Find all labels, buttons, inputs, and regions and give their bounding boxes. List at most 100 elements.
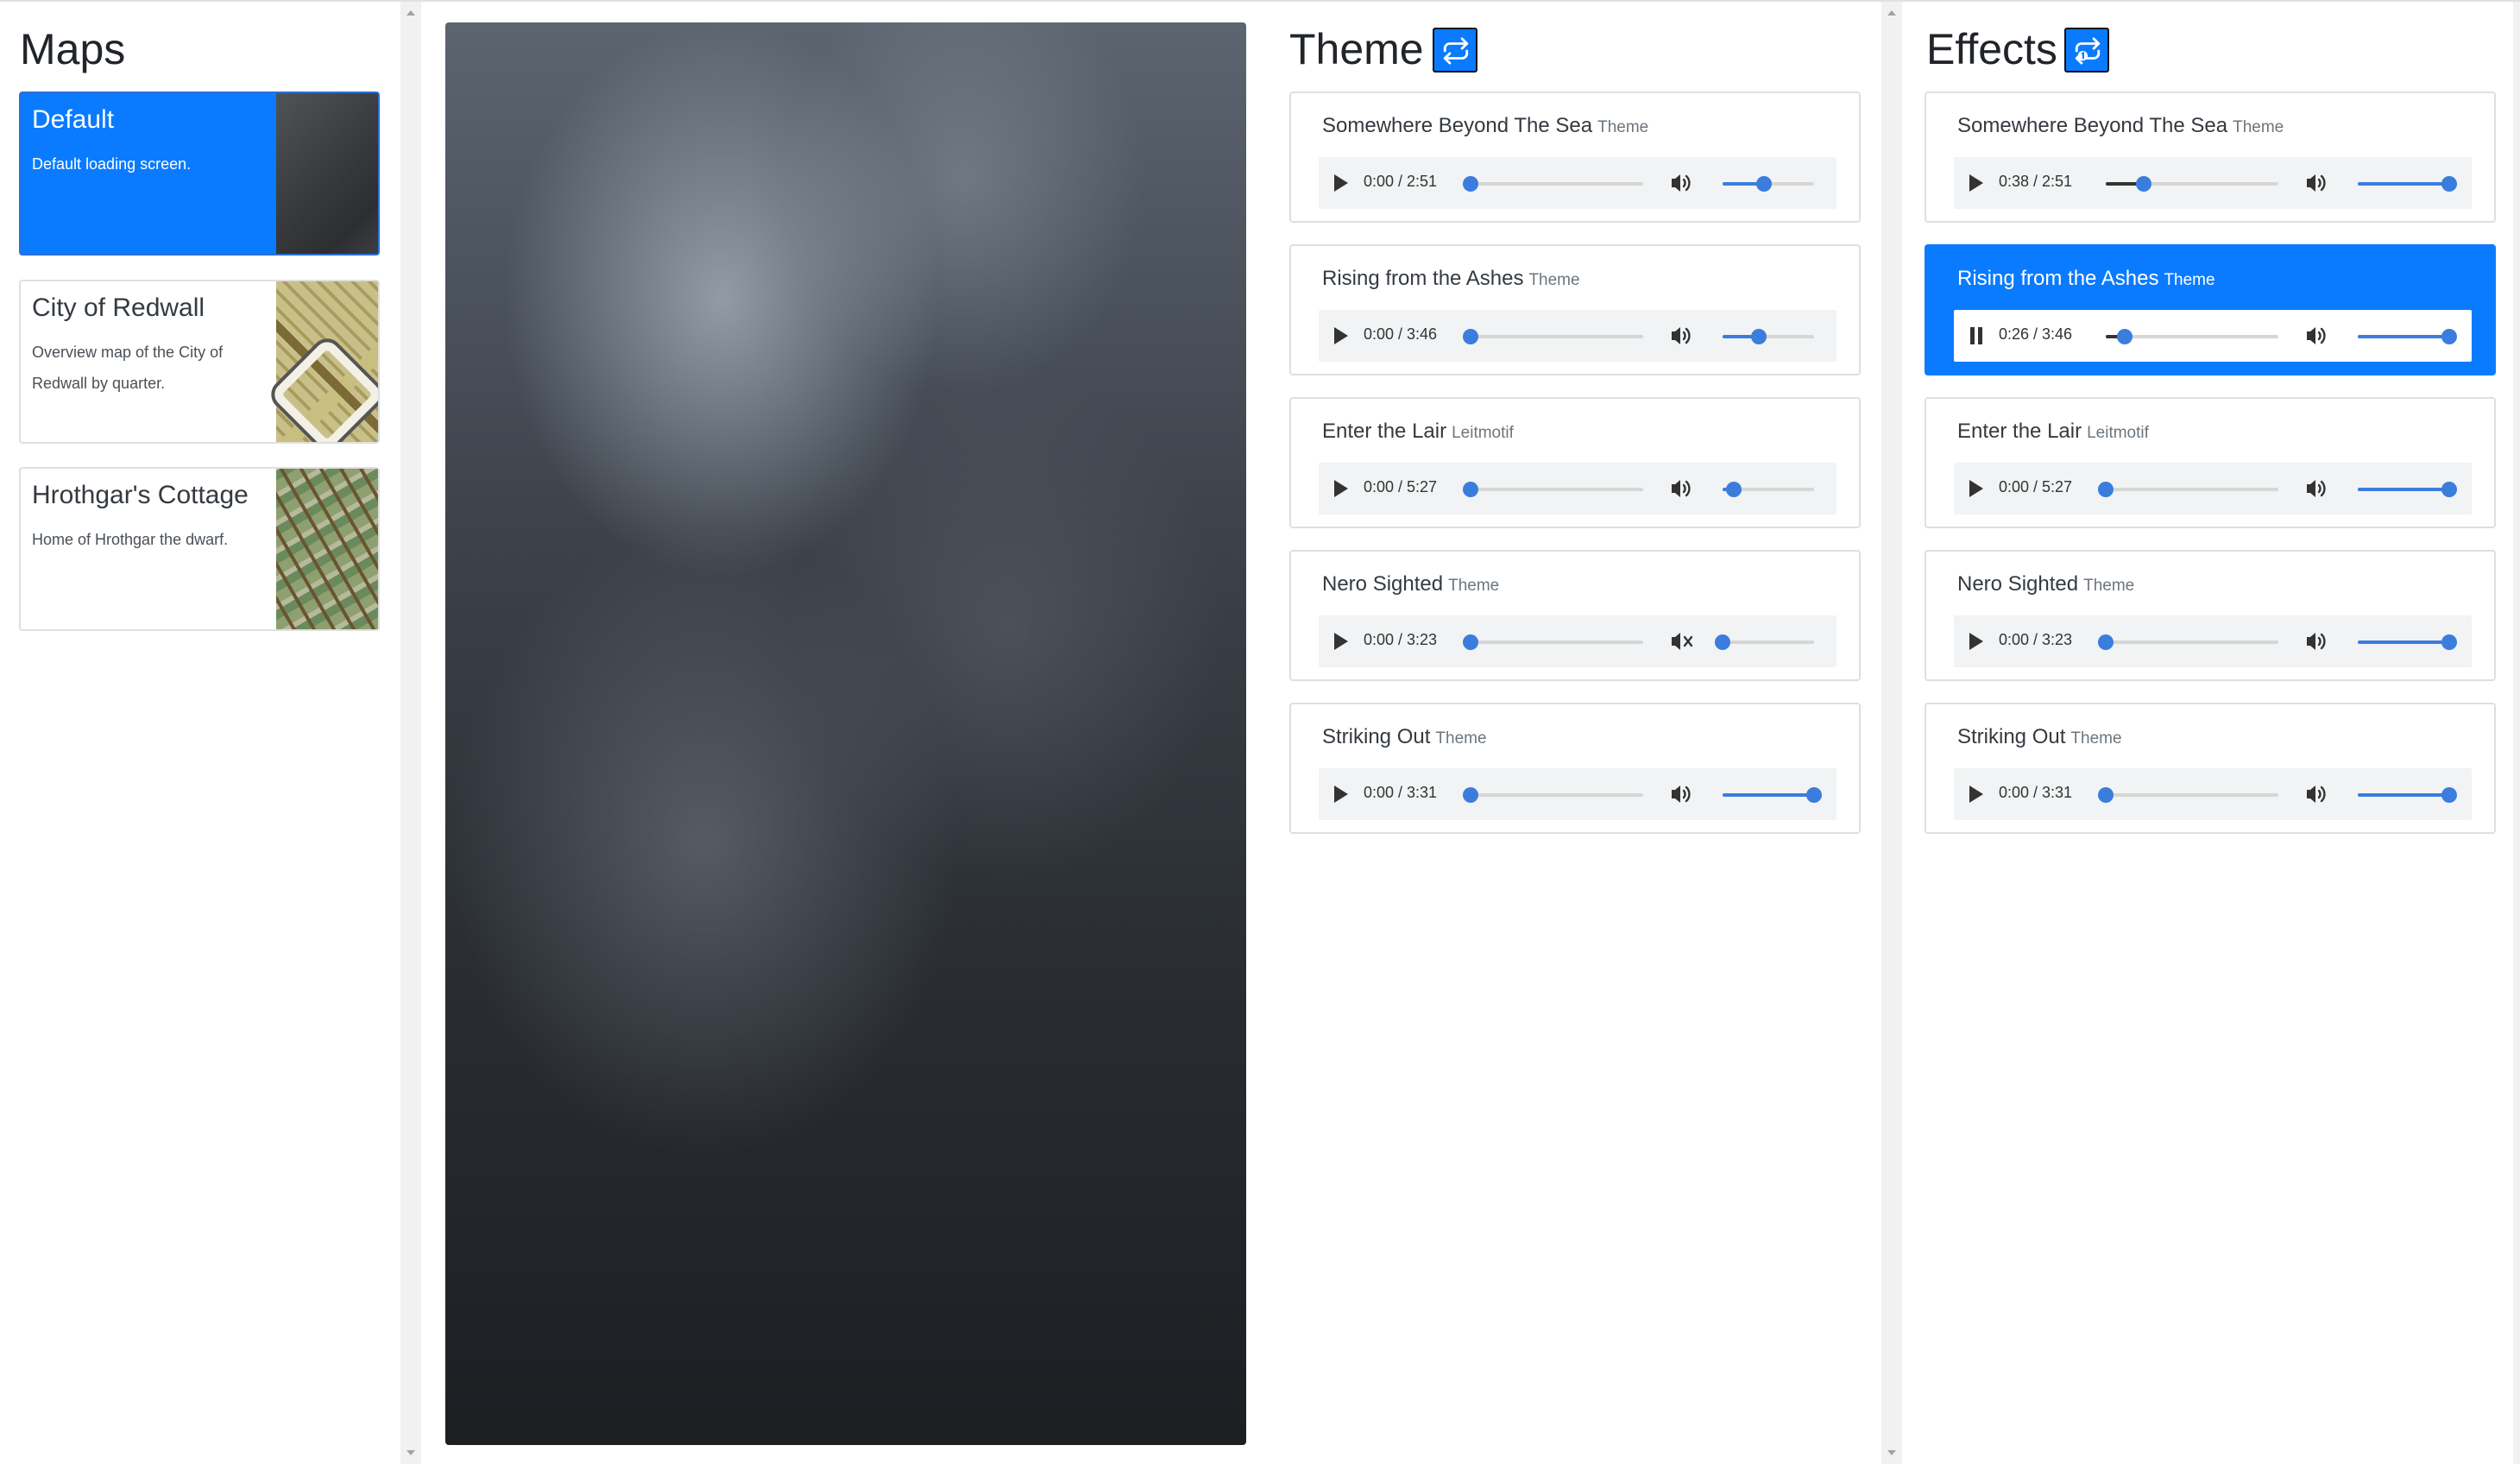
track-name: Striking Out (1322, 725, 1431, 748)
map-card-default[interactable]: Default Default loading screen. (19, 92, 380, 256)
seek-knob[interactable] (1463, 482, 1478, 497)
play-icon[interactable] (1966, 173, 1987, 193)
volume-slider[interactable] (1723, 482, 1814, 497)
seek-slider[interactable] (2106, 176, 2278, 192)
seek-knob[interactable] (1463, 329, 1478, 344)
seek-slider[interactable] (1463, 634, 1643, 650)
seek-knob[interactable] (1463, 787, 1478, 803)
volume-icon[interactable] (1669, 782, 1695, 806)
map-card-hrothgars-cottage[interactable]: Hrothgar's Cottage Home of Hrothgar the … (19, 467, 380, 631)
audio-player: 0:26 / 3:46 (1954, 310, 2472, 362)
pause-icon[interactable] (1966, 325, 1987, 346)
maps-scrollbar[interactable] (400, 2, 421, 1464)
volume-knob[interactable] (2441, 329, 2457, 344)
track-card[interactable]: Enter the Lair Leitmotif 0:00 / 5:27 (1925, 397, 2496, 528)
volume-slider[interactable] (2358, 329, 2457, 344)
volume-knob[interactable] (1751, 329, 1767, 344)
track-card[interactable]: Somewhere Beyond The Sea Theme 0:00 / 2:51 (1289, 92, 1861, 223)
play-icon[interactable] (1331, 631, 1351, 652)
track-card[interactable]: Rising from the Ashes Theme 0:26 / 3:46 (1925, 244, 2496, 375)
effects-loop-button[interactable] (2064, 28, 2109, 73)
audio-player: 0:00 / 3:31 (1319, 768, 1836, 820)
map-card-city-of-redwall[interactable]: City of Redwall Overview map of the City… (19, 280, 380, 444)
track-card[interactable]: Somewhere Beyond The Sea Theme 0:38 / 2:51 (1925, 92, 2496, 223)
seek-slider[interactable] (2106, 329, 2278, 344)
volume-slider[interactable] (2358, 482, 2457, 497)
track-card[interactable]: Rising from the Ashes Theme 0:00 / 3:46 (1289, 244, 1861, 375)
volume-slider[interactable] (2358, 787, 2457, 803)
volume-knob[interactable] (1806, 787, 1822, 803)
volume-icon[interactable] (2304, 324, 2330, 348)
scroll-down-arrow-icon[interactable] (406, 1450, 415, 1455)
track-card[interactable]: Enter the Lair Leitmotif 0:00 / 5:27 (1289, 397, 1861, 528)
seek-knob[interactable] (2098, 787, 2114, 803)
volume-icon[interactable] (2304, 476, 2330, 501)
effects-panel: Effects Somewhere Beyond The Sea Theme 0:3… (1925, 2, 2520, 1464)
volume-slider[interactable] (2358, 634, 2457, 650)
page-scrollbar[interactable] (2513, 2, 2520, 1464)
track-type-label: Theme (2083, 577, 2135, 595)
volume-icon[interactable] (1669, 171, 1695, 195)
volume-slider[interactable] (1723, 176, 1814, 192)
volume-knob[interactable] (2441, 634, 2457, 650)
seek-slider[interactable] (1463, 329, 1643, 344)
play-icon[interactable] (1331, 784, 1351, 805)
volume-knob[interactable] (1755, 176, 1772, 192)
audio-player: 0:00 / 3:23 (1954, 615, 2472, 667)
audio-player: 0:00 / 3:46 (1319, 310, 1836, 362)
theme-loop-button[interactable] (1433, 28, 1477, 73)
seek-slider[interactable] (2098, 634, 2278, 650)
track-name: Somewhere Beyond The Sea (1957, 114, 2228, 137)
volume-muted-icon[interactable] (1669, 629, 1695, 653)
play-icon[interactable] (1331, 478, 1351, 499)
volume-knob[interactable] (1715, 634, 1730, 650)
volume-slider[interactable] (1715, 634, 1814, 650)
volume-slider[interactable] (1723, 329, 1814, 344)
volume-icon[interactable] (1669, 476, 1695, 501)
seek-slider[interactable] (2098, 787, 2278, 803)
volume-knob[interactable] (2441, 482, 2457, 497)
seek-slider[interactable] (1463, 482, 1643, 497)
track-card[interactable]: Nero Sighted Theme 0:00 / 3:23 (1925, 550, 2496, 681)
volume-icon[interactable] (2304, 629, 2330, 653)
play-icon[interactable] (1331, 325, 1351, 346)
track-card[interactable]: Striking Out Theme 0:00 / 3:31 (1925, 703, 2496, 834)
volume-knob[interactable] (1725, 482, 1742, 497)
volume-knob[interactable] (2441, 787, 2457, 803)
volume-slider[interactable] (2358, 176, 2457, 192)
seek-knob[interactable] (2117, 329, 2133, 344)
time-display: 0:00 / 5:27 (1364, 478, 1438, 495)
track-card[interactable]: Nero Sighted Theme 0:00 / 3:23 (1289, 550, 1861, 681)
volume-knob[interactable] (2441, 176, 2457, 192)
seek-knob[interactable] (2098, 634, 2114, 650)
seek-knob[interactable] (1463, 634, 1478, 650)
seek-knob[interactable] (1463, 176, 1478, 192)
time-display: 0:00 / 3:46 (1364, 325, 1438, 343)
volume-icon[interactable] (2304, 171, 2330, 195)
track-name: Somewhere Beyond The Sea (1322, 114, 1593, 137)
seek-slider[interactable] (1463, 787, 1643, 803)
play-icon[interactable] (1966, 631, 1987, 652)
time-display: 0:00 / 3:23 (1364, 631, 1438, 648)
volume-icon[interactable] (2304, 782, 2330, 806)
volume-slider[interactable] (1723, 787, 1822, 803)
seek-slider[interactable] (1463, 176, 1643, 192)
map-description: Default loading screen. (32, 155, 192, 173)
volume-icon[interactable] (1669, 324, 1695, 348)
track-name: Striking Out (1957, 725, 2066, 748)
track-name: Rising from the Ashes (1957, 267, 2159, 290)
track-card[interactable]: Striking Out Theme 0:00 / 3:31 (1289, 703, 1861, 834)
scroll-up-arrow-icon[interactable] (1887, 10, 1896, 16)
repeat-icon (1443, 37, 1469, 65)
audio-player: 0:00 / 3:23 (1319, 615, 1836, 667)
play-icon[interactable] (1966, 478, 1987, 499)
seek-slider[interactable] (2098, 482, 2278, 497)
play-icon[interactable] (1966, 784, 1987, 805)
scroll-down-arrow-icon[interactable] (1887, 1450, 1896, 1455)
theme-scrollbar[interactable] (1881, 2, 1902, 1464)
scroll-up-arrow-icon[interactable] (406, 10, 415, 16)
seek-knob[interactable] (2098, 482, 2114, 497)
play-icon[interactable] (1331, 173, 1351, 193)
audio-player: 0:00 / 2:51 (1319, 157, 1836, 209)
seek-knob[interactable] (2136, 176, 2151, 192)
